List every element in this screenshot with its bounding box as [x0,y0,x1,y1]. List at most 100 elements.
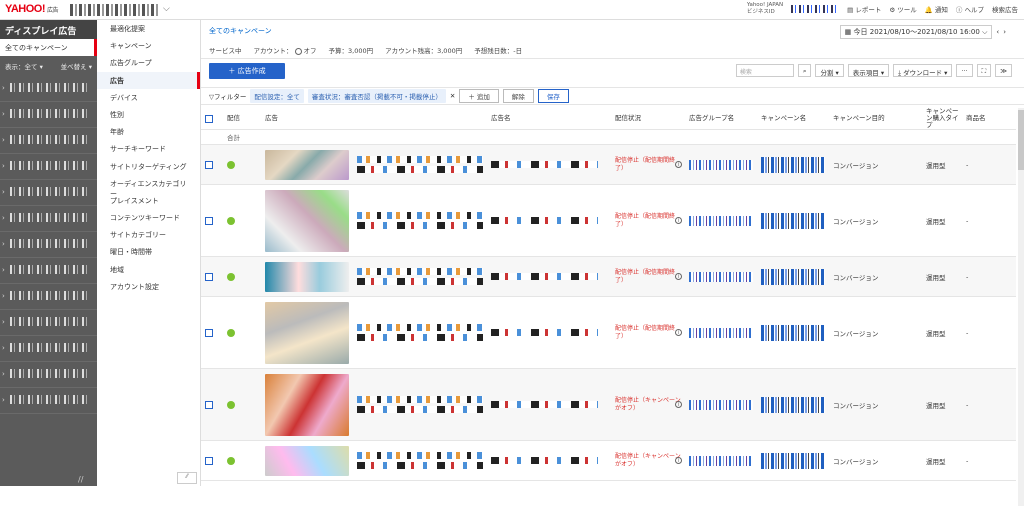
expand-arrow-icon[interactable]: › [2,84,5,92]
subnav-item[interactable]: プレイスメント [97,192,200,209]
scrollbar-thumb[interactable] [1018,110,1024,170]
ad-name-redacted[interactable] [491,217,598,224]
campaign-item[interactable]: › [0,310,97,336]
table-row[interactable]: 配信停止（キャンペーンがオフ） i コンバージョン 運用型 - [201,440,1016,481]
filter-chip-review[interactable]: 審査状況：審査否認（掲載不可・掲載停止） [307,89,446,103]
ad-thumbnail[interactable] [265,373,349,436]
campaign-name-redacted[interactable] [761,452,825,469]
expand-arrow-icon[interactable]: › [2,318,5,326]
search-icon[interactable]: ⌕ [797,64,812,77]
subnav-item[interactable]: 年齢 [97,123,200,140]
row-checkbox[interactable] [205,216,213,225]
expand-arrow-icon[interactable]: › [2,396,5,404]
close-icon[interactable]: ✕ [450,92,455,100]
info-icon[interactable]: i [675,456,682,464]
all-campaigns-item[interactable]: 全てのキャンペーン [0,39,97,56]
delivery-status-icon[interactable] [227,160,235,169]
create-ad-button[interactable]: ＋ 広告作成 [209,63,285,79]
search-input[interactable]: 検索 [735,64,794,77]
display-filter[interactable]: 表示：全て ▾ [5,61,43,71]
campaign-item[interactable]: › [0,180,97,206]
campaign-item[interactable]: › [0,128,97,154]
subnav-item[interactable]: デバイス [97,89,200,106]
report-link[interactable]: ▤ レポート [847,4,881,14]
row-checkbox[interactable] [205,160,213,169]
subnav-item[interactable]: アカウント設定 [97,278,200,295]
ad-thumbnail[interactable] [265,261,349,292]
expand-arrow-icon[interactable]: › [2,292,5,300]
adgroup-name-redacted[interactable] [689,455,753,466]
subnav-item[interactable]: サイトリターゲティング [97,158,200,175]
breadcrumb[interactable]: 全てのキャンペーン [209,26,272,36]
delivery-status-icon[interactable] [227,328,235,337]
info-icon[interactable]: i [675,328,682,336]
delivery-status-icon[interactable] [227,456,235,465]
more-icon[interactable]: ··· [956,64,973,77]
header-select[interactable] [201,108,223,130]
columns-button[interactable]: 表示項目 ▾ [847,64,890,77]
tools-link[interactable]: ⚙ ツール [889,4,916,14]
add-filter-button[interactable]: ＋ 追加 [459,89,499,103]
expand-arrow-icon[interactable]: › [2,214,5,222]
adgroup-name-redacted[interactable] [689,215,753,226]
expand-arrow-icon[interactable]: › [2,370,5,378]
account-toggle[interactable]: アカウント： オフ [254,45,317,55]
campaign-item[interactable]: › [0,154,97,180]
user-name-redacted[interactable] [791,5,840,13]
date-range-picker[interactable]: ▦ 今日 2021/08/10〜2021/08/10 16:00 ⌵ [839,25,993,39]
campaign-item[interactable]: › [0,284,97,310]
adgroup-name-redacted[interactable] [689,399,753,410]
adgroup-name-redacted[interactable] [689,159,753,170]
campaign-name-redacted[interactable] [761,396,825,413]
table-row[interactable]: 配信停止（配信期間終了） i コンバージョン 運用型 - [201,296,1016,369]
notify-link[interactable]: 🔔 通知 [925,4,948,14]
scrollbar[interactable] [1018,108,1024,506]
info-icon[interactable]: i [675,400,682,408]
save-filter-button[interactable]: 保存 [537,89,569,103]
campaign-item[interactable]: › [0,76,97,102]
expand-arrow-icon[interactable]: › [2,344,5,352]
adgroup-name-redacted[interactable] [689,327,753,338]
subnav-item[interactable]: 広告グループ [97,54,200,71]
row-checkbox[interactable] [205,328,213,337]
collapse-icon[interactable]: ≫ [995,64,1012,77]
row-checkbox[interactable] [205,400,213,409]
radio-icon[interactable] [294,47,302,55]
delivery-status-icon[interactable] [227,400,235,409]
delivery-status-icon[interactable] [227,272,235,281]
segment-button[interactable]: 分割 ▾ [815,64,844,77]
subnav-item[interactable]: 性別 [97,106,200,123]
col-buy-type[interactable]: キャンペーン購入タイプ [922,108,962,130]
info-icon[interactable]: i [675,272,682,280]
table-row[interactable]: 配信停止（配信期間終了） i コンバージョン 運用型 - [201,256,1016,297]
ad-name-redacted[interactable] [491,401,598,408]
ad-name-redacted[interactable] [491,161,598,168]
campaign-item[interactable]: › [0,258,97,284]
ad-thumbnail[interactable] [265,445,349,476]
campaign-name-redacted[interactable] [761,268,825,285]
table-row[interactable]: 配信停止（配信期間終了） i コンバージョン 運用型 - [201,184,1016,257]
subnav-item[interactable]: コンテンツキーワード [97,209,200,226]
chevron-down-icon[interactable]: ⌵ [163,4,170,14]
subnav-item[interactable]: 地域 [97,261,200,278]
prev-date-icon[interactable]: ‹ [996,28,999,36]
expand-arrow-icon[interactable]: › [2,188,5,196]
select-all-checkbox[interactable] [205,114,213,123]
ad-name-redacted[interactable] [491,457,598,464]
expand-arrow-icon[interactable]: › [2,136,5,144]
clear-filter-button[interactable]: 解除 [502,89,534,103]
campaign-item[interactable]: › [0,102,97,128]
row-checkbox[interactable] [205,272,213,281]
filter-chip-delivery[interactable]: 配信設定：全て [250,89,304,103]
table-row[interactable]: 配信停止（キャンペーンがオフ） i コンバージョン 運用型 - [201,368,1016,441]
ad-name-redacted[interactable] [491,329,598,336]
subnav-item[interactable]: 最適化提案 [97,20,200,37]
account-name-redacted[interactable] [70,4,158,16]
table-row[interactable]: 配信停止（配信期間終了） i コンバージョン 運用型 - [201,144,1016,185]
col-ad-name[interactable]: 広告名 [487,108,611,130]
search-ads-link[interactable]: 検索広告 [992,4,1018,14]
subnav-item[interactable]: 広告 [97,71,200,89]
col-status[interactable]: 配信状況 [611,108,685,130]
expand-arrow-icon[interactable]: › [2,266,5,274]
campaign-name-redacted[interactable] [761,324,825,341]
